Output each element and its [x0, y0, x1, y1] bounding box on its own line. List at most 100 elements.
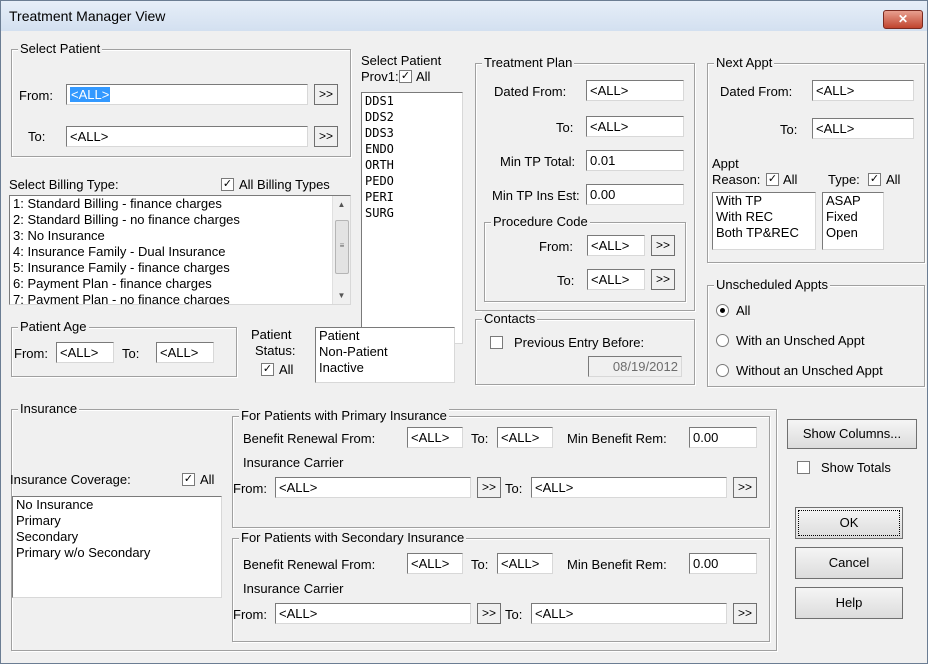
proc-to-field[interactable]: <ALL>: [587, 269, 645, 290]
primary-min-rem-field[interactable]: 0.00: [689, 427, 757, 448]
scroll-down-icon[interactable]: ▼: [333, 287, 350, 304]
age-from-field[interactable]: <ALL>: [56, 342, 114, 363]
proc-from-label: From:: [539, 239, 573, 254]
patient-from-browse-button[interactable]: >>: [314, 84, 338, 105]
billing-type-item[interactable]: 3: No Insurance: [10, 228, 350, 244]
primary-renewal-from-field[interactable]: <ALL>: [407, 427, 463, 448]
billing-type-item[interactable]: 6: Payment Plan - finance charges: [10, 276, 350, 292]
unsched-all-radio[interactable]: [716, 304, 729, 317]
all-billing-types-checkbox[interactable]: ✓: [221, 178, 234, 191]
insurance-coverage-item[interactable]: Primary w/o Secondary: [13, 545, 221, 561]
min-tp-ins-est-field[interactable]: 0.00: [586, 184, 684, 205]
provider-list-item[interactable]: DDS3: [362, 125, 462, 141]
patient-to-browse-button[interactable]: >>: [314, 126, 338, 147]
unsched-with-radio[interactable]: [716, 334, 729, 347]
primary-carrier-to-field[interactable]: <ALL>: [531, 477, 727, 498]
insurance-coverage-list[interactable]: No Insurance Primary Secondary Primary w/o …: [12, 496, 222, 598]
patient-age-title: Patient Age: [18, 319, 89, 334]
provider-list-item[interactable]: PEDO: [362, 173, 462, 189]
unsched-with-label: With an Unsched Appt: [736, 333, 865, 348]
scroll-thumb[interactable]: ≡: [335, 220, 349, 274]
appt-type-item[interactable]: ASAP: [823, 193, 883, 209]
billing-type-item[interactable]: 2: Standard Billing - no finance charges: [10, 212, 350, 228]
provider-list-item[interactable]: DDS2: [362, 109, 462, 125]
secondary-carrier-to-field[interactable]: <ALL>: [531, 603, 727, 624]
primary-carrier-from-field[interactable]: <ALL>: [275, 477, 471, 498]
patient-from-field[interactable]: <ALL>: [66, 84, 308, 105]
appt-reason-item[interactable]: Both TP&REC: [713, 225, 815, 241]
primary-renewal-to-label: To:: [471, 431, 489, 446]
contacts-group: Contacts Previous Entry Before: 08/19/20…: [475, 311, 695, 385]
billing-type-item[interactable]: 5: Insurance Family - finance charges: [10, 260, 350, 276]
billing-scrollbar[interactable]: ▲ ≡ ▼: [332, 196, 350, 304]
unsched-without-radio[interactable]: [716, 364, 729, 377]
patient-status-item[interactable]: Patient: [316, 328, 454, 344]
min-tp-total-field[interactable]: 0.01: [586, 150, 684, 171]
appt-type-item[interactable]: Fixed: [823, 209, 883, 225]
billing-type-item[interactable]: 7: Payment Plan - no finance charges: [10, 292, 350, 304]
show-columns-button[interactable]: Show Columns...: [787, 419, 917, 449]
proc-to-browse-button[interactable]: >>: [651, 269, 675, 290]
secondary-renewal-to-field[interactable]: <ALL>: [497, 553, 553, 574]
cancel-button[interactable]: Cancel: [795, 547, 903, 579]
tp-dated-from-field[interactable]: <ALL>: [586, 80, 684, 101]
appt-to-label: To:: [780, 122, 798, 137]
patient-status-list[interactable]: Patient Non-Patient Inactive: [315, 327, 455, 383]
billing-type-list[interactable]: 1: Standard Billing - finance charges 2: …: [9, 195, 351, 305]
min-tp-total-label: Min TP Total:: [500, 154, 576, 169]
billing-type-item[interactable]: 4: Insurance Family - Dual Insurance: [10, 244, 350, 260]
tp-to-field[interactable]: <ALL>: [586, 116, 684, 137]
provider-list-item[interactable]: ORTH: [362, 157, 462, 173]
help-button[interactable]: Help: [795, 587, 903, 619]
primary-carrier-from-browse-button[interactable]: >>: [477, 477, 501, 498]
reason-label: Reason:: [712, 172, 761, 187]
appt-reason-list[interactable]: With TP With REC Both TP&REC: [712, 192, 816, 250]
secondary-carrier-from-browse-button[interactable]: >>: [477, 603, 501, 624]
appt-reason-item[interactable]: With TP: [713, 193, 815, 209]
provider-list-item[interactable]: PERI: [362, 189, 462, 205]
treatment-plan-title: Treatment Plan: [482, 55, 575, 70]
unsched-without-label: Without an Unsched Appt: [736, 363, 883, 378]
previous-entry-date-field[interactable]: 08/19/2012: [588, 356, 682, 377]
billing-type-item[interactable]: 1: Standard Billing - finance charges: [10, 196, 350, 212]
primary-carrier-to-browse-button[interactable]: >>: [733, 477, 757, 498]
provider-list-item[interactable]: ENDO: [362, 141, 462, 157]
billing-type-title: Select Billing Type:: [9, 177, 119, 192]
patient-to-field[interactable]: <ALL>: [66, 126, 308, 147]
secondary-min-rem-field[interactable]: 0.00: [689, 553, 757, 574]
patient-status-all-checkbox[interactable]: ✓: [261, 363, 274, 376]
appt-to-field[interactable]: <ALL>: [812, 118, 914, 139]
show-totals-checkbox[interactable]: [797, 461, 810, 474]
tp-to-label: To:: [556, 120, 574, 135]
ok-button[interactable]: OK: [795, 507, 903, 539]
insurance-coverage-item[interactable]: No Insurance: [13, 497, 221, 513]
provider-list-item[interactable]: DDS1: [362, 93, 462, 109]
provider-list[interactable]: DDS1 DDS2 DDS3 ENDO ORTH PEDO PERI SURG: [361, 92, 463, 344]
age-to-field[interactable]: <ALL>: [156, 342, 214, 363]
type-all-checkbox[interactable]: ✓: [868, 173, 881, 186]
primary-renewal-to-field[interactable]: <ALL>: [497, 427, 553, 448]
primary-insurance-title: For Patients with Primary Insurance: [239, 408, 449, 423]
insurance-coverage-item[interactable]: Primary: [13, 513, 221, 529]
reason-all-checkbox[interactable]: ✓: [766, 173, 779, 186]
previous-entry-checkbox[interactable]: [490, 336, 503, 349]
appt-dated-from-field[interactable]: <ALL>: [812, 80, 914, 101]
previous-entry-label: Previous Entry Before:: [514, 335, 645, 350]
scroll-up-icon[interactable]: ▲: [333, 196, 350, 213]
secondary-renewal-from-field[interactable]: <ALL>: [407, 553, 463, 574]
patient-status-item[interactable]: Inactive: [316, 360, 454, 376]
close-button[interactable]: ✕: [883, 10, 923, 29]
appt-type-list[interactable]: ASAP Fixed Open: [822, 192, 884, 250]
proc-from-field[interactable]: <ALL>: [587, 235, 645, 256]
patient-status-item[interactable]: Non-Patient: [316, 344, 454, 360]
provider-all-checkbox[interactable]: ✓: [399, 70, 412, 83]
secondary-carrier-from-field[interactable]: <ALL>: [275, 603, 471, 624]
coverage-all-checkbox[interactable]: ✓: [182, 473, 195, 486]
primary-insurance-group: For Patients with Primary Insurance Bene…: [232, 408, 770, 528]
insurance-coverage-item[interactable]: Secondary: [13, 529, 221, 545]
appt-type-item[interactable]: Open: [823, 225, 883, 241]
secondary-carrier-to-browse-button[interactable]: >>: [733, 603, 757, 624]
appt-reason-item[interactable]: With REC: [713, 209, 815, 225]
provider-list-item[interactable]: SURG: [362, 205, 462, 221]
proc-from-browse-button[interactable]: >>: [651, 235, 675, 256]
